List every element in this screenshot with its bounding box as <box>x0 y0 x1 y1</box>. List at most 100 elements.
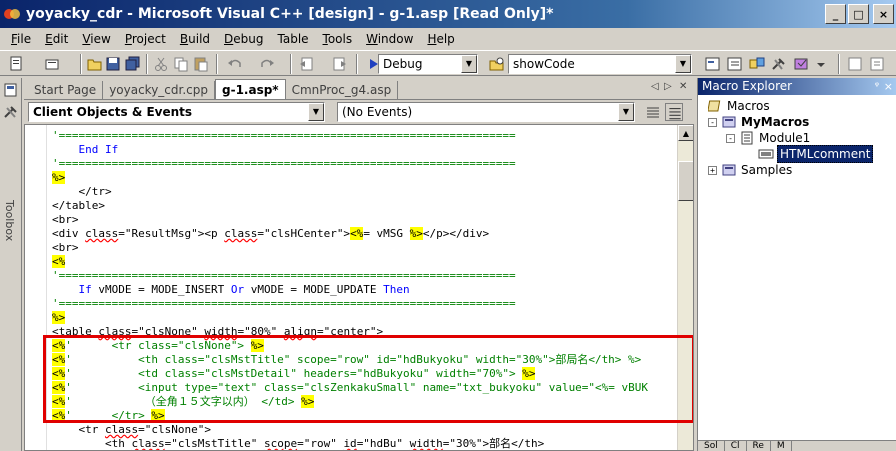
toolbox-tab[interactable]: Toolbox <box>3 200 16 241</box>
tree-node[interactable]: Macros <box>707 98 770 114</box>
undo-icon[interactable] <box>226 55 244 73</box>
save-icon[interactable] <box>104 55 122 73</box>
cut-icon[interactable] <box>152 55 170 73</box>
document-tab[interactable]: CmnProc_g4.asp <box>286 81 399 99</box>
chevron-down-icon[interactable]: ▼ <box>461 55 477 73</box>
minimize-button[interactable]: _ <box>825 4 846 24</box>
menu-item[interactable]: Table <box>271 28 316 50</box>
code-text: <br> <box>52 213 79 226</box>
menu-item-key: E <box>45 32 53 46</box>
close-button[interactable]: × <box>873 4 894 24</box>
code-line: </tr> <box>52 185 111 199</box>
format-selection-icon[interactable] <box>868 55 886 73</box>
vertical-scrollbar[interactable]: ▲ <box>677 125 693 450</box>
objects-select[interactable]: Client Objects & Events ▼ <box>28 102 325 122</box>
find-combo[interactable]: showCode ▼ <box>508 54 692 74</box>
code-line: <br> <box>52 213 79 227</box>
asp-delimiter: %> <box>151 409 165 422</box>
toolbar-options-icon[interactable] <box>812 55 830 73</box>
server-explorer-icon[interactable] <box>3 82 19 98</box>
tree-node[interactable]: + Samples <box>708 162 792 178</box>
document-tab[interactable]: yoyacky_cdr.cpp <box>103 81 215 99</box>
scroll-up-icon[interactable]: ▲ <box>678 125 693 141</box>
code-line: %> <box>52 311 66 325</box>
panel-tab[interactable]: Re <box>747 441 771 451</box>
menu-item[interactable]: Edit <box>38 28 75 50</box>
code-comment: '=======================================… <box>52 269 516 282</box>
chevron-down-icon[interactable]: ▼ <box>618 103 634 121</box>
objects-select-value: Client Objects & Events <box>33 105 193 119</box>
code-text: scope <box>263 437 298 450</box>
code-text: class <box>131 437 165 450</box>
code-line: <%' <tr class="clsNone"> %> <box>52 339 264 353</box>
code-editor[interactable]: '=======================================… <box>24 124 694 451</box>
menu-item[interactable]: Window <box>359 28 420 50</box>
menu-item[interactable]: View <box>75 28 117 50</box>
open-file-icon[interactable] <box>86 55 104 73</box>
code-line: <%' <td class="clsMstDetail" headers="hd… <box>52 367 536 381</box>
new-project-icon[interactable] <box>8 55 26 73</box>
navigate-backward-icon[interactable] <box>298 55 316 73</box>
code-text: width <box>204 325 238 338</box>
expand-icon[interactable]: + <box>708 165 717 175</box>
panel-tab[interactable]: Sol <box>698 441 725 451</box>
code-text: class <box>98 325 132 338</box>
navigate-forward-icon[interactable] <box>330 55 348 73</box>
tree-node[interactable]: HTMLcomment <box>744 145 874 163</box>
scrollbar-thumb[interactable] <box>678 161 693 201</box>
asp-delimiter: <% <box>350 227 364 240</box>
find-combo-value: showCode <box>513 57 575 71</box>
code-text: ="center"> <box>316 325 384 338</box>
menu-item[interactable]: Project <box>118 28 173 50</box>
tab-scroll-right-icon[interactable]: ▷ <box>664 81 672 92</box>
toolbox-tools-icon[interactable] <box>3 104 19 120</box>
toolbox-icon[interactable] <box>770 55 788 73</box>
events-select[interactable]: (No Events) ▼ <box>337 102 635 122</box>
properties-window-icon[interactable] <box>726 55 744 73</box>
add-item-icon[interactable] <box>44 55 62 73</box>
maximize-button[interactable]: □ <box>848 4 869 24</box>
code-line: <table class="clsNone" width="80%" align… <box>52 325 383 339</box>
menu-item[interactable]: Tools <box>316 28 360 50</box>
code-line: '=======================================… <box>52 269 516 283</box>
document-tab[interactable]: g-1.asp* <box>215 79 286 99</box>
menu-item[interactable]: Help <box>420 28 461 50</box>
full-view-icon[interactable] <box>665 103 683 121</box>
menu-item[interactable]: File <box>4 28 38 50</box>
tab-scroll-left-icon[interactable]: ◁ <box>651 81 659 92</box>
solution-explorer-icon[interactable] <box>704 55 722 73</box>
copy-icon[interactable] <box>172 55 190 73</box>
save-all-icon[interactable] <box>124 55 142 73</box>
collapse-icon[interactable]: - <box>726 133 735 143</box>
menu-item[interactable]: Debug <box>217 28 270 50</box>
chevron-down-icon[interactable]: ▼ <box>675 55 691 73</box>
tree-node[interactable]: - MyMacros <box>708 114 809 130</box>
panel-tab[interactable]: Cl <box>725 441 747 451</box>
tree-node[interactable]: - Module1 <box>726 130 810 146</box>
code-text: class <box>104 423 139 436</box>
find-in-files-icon[interactable] <box>488 55 506 73</box>
close-document-icon[interactable]: ✕ <box>679 81 687 92</box>
code-text: ="80%" <box>237 325 284 338</box>
menu-item[interactable]: Build <box>173 28 217 50</box>
object-browser-icon[interactable] <box>748 55 766 73</box>
format-document-icon[interactable] <box>846 55 864 73</box>
menu-item-label: elp <box>436 32 455 46</box>
tree-node-label: HTMLcomment <box>777 145 874 163</box>
code-text-area[interactable]: '=======================================… <box>52 125 677 450</box>
solution-configuration-select[interactable]: Debug ▼ <box>378 54 478 74</box>
close-panel-icon[interactable]: × <box>884 78 893 95</box>
collapse-icon[interactable]: - <box>708 117 717 127</box>
code-line: <th class="clsMstTitle" scope="row" id="… <box>52 437 544 450</box>
document-tabs: Start Page yoyacky_cdr.cpp g-1.asp* CmnProc… <box>24 78 692 100</box>
pin-icon[interactable]: ᵠ <box>875 78 879 95</box>
document-tab[interactable]: Start Page <box>28 81 104 99</box>
panel-tab[interactable]: M <box>771 441 792 451</box>
class-view-icon[interactable] <box>792 55 810 73</box>
redo-icon[interactable] <box>258 55 276 73</box>
paste-icon[interactable] <box>192 55 210 73</box>
code-keyword: End If <box>78 143 119 156</box>
chevron-down-icon[interactable]: ▼ <box>308 103 324 121</box>
view-code-icon[interactable] <box>644 103 662 121</box>
